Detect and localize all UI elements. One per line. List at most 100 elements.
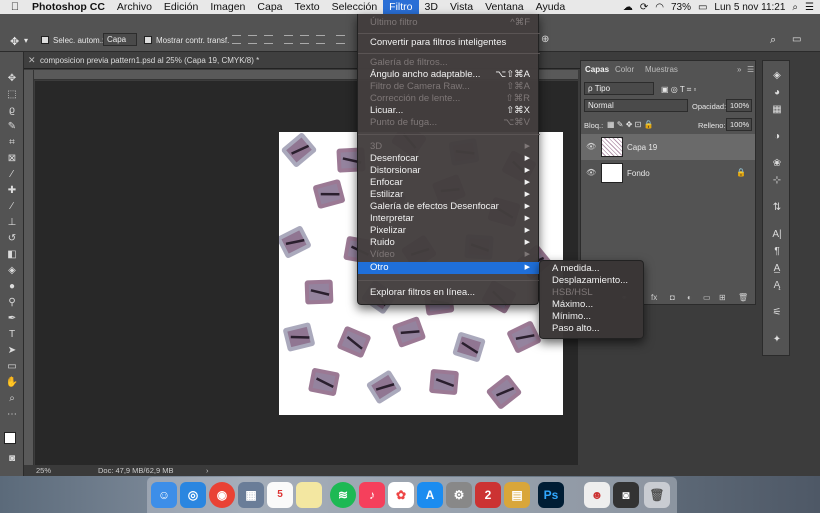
new-layer-icon[interactable]: ⊞ [719,293,726,302]
rectangle-tool-icon[interactable]: ▭ [4,360,20,374]
foreground-color-swatch[interactable] [4,432,16,444]
clock[interactable]: Lun 5 nov 11:21 [714,2,785,13]
menu-filtro[interactable]: Filtro [383,0,419,14]
marquee-tool-icon[interactable]: ⬚ [4,88,20,102]
menu-item-ultimo-filtro[interactable]: Último filtro ^⌘F [358,17,540,29]
align-top-icon[interactable] [232,35,241,44]
menu-imagen[interactable]: Imagen [204,0,251,14]
menu-edicion[interactable]: Edición [158,0,204,14]
brush-settings-icon[interactable]: ✦ [770,333,784,346]
menu-ventana[interactable]: Ventana [479,0,530,14]
notes-icon[interactable] [296,482,322,508]
menu-item-interpretar[interactable]: Interpretar ▶ [358,213,540,225]
panel-menu-icon[interactable]: ☰ [747,65,754,74]
styles-panel-icon[interactable]: ❀ [770,157,784,170]
color-panel-icon[interactable]: ◕ [770,86,784,99]
quick-mask-icon[interactable]: ◙ [4,452,20,466]
menu-archivo[interactable]: Archivo [111,0,158,14]
tab-color[interactable]: Color [615,65,634,74]
menu-seleccion[interactable]: Selección [326,0,384,14]
status-arrow-icon[interactable]: › [206,466,209,475]
submenu-item-a-medida[interactable]: A medida... [540,263,645,275]
show-transform-checkbox[interactable] [144,36,152,44]
brush-tool-icon[interactable]: ∕ [4,200,20,214]
archive-utility-icon[interactable]: ▤ [504,482,530,508]
menu-ayuda[interactable]: Ayuda [530,0,572,14]
menu-item-distorsionar[interactable]: Distorsionar ▶ [358,165,540,177]
submenu-item-hsb-hsl[interactable]: HSB/HSL [540,287,645,299]
dodge-tool-icon[interactable]: ⚲ [4,296,20,310]
eyedropper-tool-icon[interactable]: ⁄ [4,168,20,182]
system-preferences-icon[interactable]: ⚙ [446,482,472,508]
tab-muestras[interactable]: Muestras [645,65,678,74]
paint-bucket-tool-icon[interactable]: ◈ [4,264,20,278]
wifi-icon[interactable]: ◠ [655,2,664,13]
quick-select-tool-icon[interactable]: ✎ [4,120,20,134]
fill-field[interactable]: 100% [726,118,752,131]
finder-icon[interactable]: ☺ [151,482,177,508]
submenu-item-minimo[interactable]: Mínimo... [540,311,645,323]
more-tools-icon[interactable]: ⋯ [4,408,20,422]
tool-preset-arrow-icon[interactable]: ▾ [24,36,28,45]
transform-icon[interactable]: ⊹ [770,174,784,187]
menu-3d[interactable]: 3D [419,0,444,14]
pen-tool-icon[interactable]: ✒ [4,312,20,326]
menu-item-licuar[interactable]: Licuar... ⇧⌘X [358,105,540,117]
safari-icon[interactable]: ◎ [180,482,206,508]
menu-vista[interactable]: Vista [444,0,479,14]
visibility-eye-icon[interactable]: 👁 [586,142,596,151]
layer-name[interactable]: Capa 19 [627,143,657,152]
menu-item-camera-raw[interactable]: Filtro de Camera Raw... ⇧⌘A [358,81,540,93]
layer-name[interactable]: Fondo [627,169,650,178]
history-brush-tool-icon[interactable]: ↺ [4,232,20,246]
panel-collapse-icon[interactable]: » [737,65,741,74]
fx-icon[interactable]: fx [651,293,657,302]
menu-item-desenfocar[interactable]: Desenfocar ▶ [358,153,540,165]
sync-icon[interactable]: ⟳ [640,2,648,13]
submenu-item-paso-alto[interactable]: Paso alto... [540,323,645,335]
layer-filter-dropdown[interactable]: ρ Tipo [584,82,654,95]
crop-tool-icon[interactable]: ⌗ [4,136,20,150]
menu-item-galeria-filtros[interactable]: Galería de filtros... [358,57,540,69]
delete-layer-icon[interactable]: 🗑 [738,293,748,302]
layers-panel-icon[interactable]: ◈ [770,69,784,82]
search-icon[interactable]: ⌕ [770,34,776,47]
filter-icons[interactable]: ▣ ◎ T ⌗ ▫ [661,85,696,95]
channels-panel-icon[interactable]: ⇅ [770,201,784,214]
blur-tool-icon[interactable]: ● [4,280,20,294]
type-tool-icon[interactable]: T [4,328,20,342]
auto-select-dropdown[interactable]: Capa [103,33,137,46]
lock-icons[interactable]: ▦ ✎ ✥ ⊡ 🔒 [607,120,654,129]
zoom-level[interactable]: 25% [36,466,51,475]
paragraph-panel-icon[interactable]: ¶ [770,245,784,258]
character-styles-icon[interactable]: Ą [770,279,784,292]
group-icon[interactable]: ▭ [703,293,711,302]
app-2-icon[interactable]: 2 [475,482,501,508]
workspace-icon[interactable]: ▭ [792,34,801,45]
eraser-tool-icon[interactable]: ◧ [4,248,20,262]
3d-mode-icon[interactable]: ⊕ [541,34,549,45]
distribute-top-icon[interactable] [336,35,345,44]
healing-brush-tool-icon[interactable]: ✚ [4,184,20,198]
align-bottom-icon[interactable] [264,35,273,44]
menu-item-galeria-desenfocar[interactable]: Galería de efectos Desenfocar ▶ [358,201,540,213]
layer-row-fondo[interactable]: 👁 Fondo 🔒 [581,160,755,186]
submenu-item-maximo[interactable]: Máximo... [540,299,645,311]
photos-icon[interactable]: ✿ [388,482,414,508]
spotify-icon[interactable]: ≋ [330,482,356,508]
move-tool-icon[interactable]: ✥ [10,35,19,48]
glyphs-panel-icon[interactable]: A̲ [770,262,784,275]
menu-item-ruido[interactable]: Ruido ▶ [358,237,540,249]
spotlight-icon[interactable]: ⌕ [792,2,798,13]
calendar-icon[interactable]: 5 [267,482,293,508]
blend-mode-dropdown[interactable]: Normal [584,99,688,112]
align-right-icon[interactable] [316,35,325,44]
preview-document-icon[interactable]: ☻ [584,482,610,508]
properties-panel-icon[interactable]: ⚟ [770,306,784,319]
hand-tool-icon[interactable]: ✋ [4,376,20,390]
menu-item-correccion-lente[interactable]: Corrección de lente... ⇧⌘R [358,93,540,105]
move-tool-icon[interactable]: ✥ [4,72,20,86]
photos-app-icon[interactable]: ▦ [238,482,264,508]
image-capture-icon[interactable]: ◙ [613,482,639,508]
menu-item-estilizar[interactable]: Estilizar ▶ [358,189,540,201]
